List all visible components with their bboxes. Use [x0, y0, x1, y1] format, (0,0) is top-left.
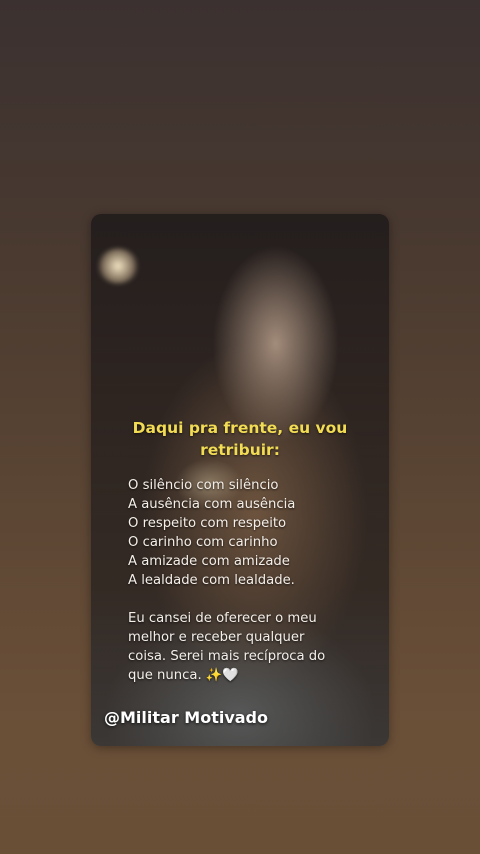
retribution-list: O silêncio com silêncio A ausência com a…	[128, 476, 295, 590]
list-item: A ausência com ausência	[128, 497, 296, 512]
list-item: O silêncio com silêncio	[128, 478, 279, 493]
paragraph-line: Eu cansei de oferecer o meu	[128, 611, 317, 626]
title-line-2: retribuir:	[200, 441, 280, 459]
closing-paragraph: Eu cansei de oferecer o meu melhor e rec…	[128, 609, 338, 685]
post-title: Daqui pra frente, eu vou retribuir:	[0, 417, 480, 461]
list-item: O carinho com carinho	[128, 535, 278, 550]
paragraph-line: melhor e receber qualquer	[128, 630, 305, 645]
paragraph-line: que nunca. ✨🤍	[128, 668, 239, 683]
title-line-1: Daqui pra frente, eu vou	[132, 419, 348, 437]
list-item: O respeito com respeito	[128, 516, 287, 531]
list-item: A amizade com amizade	[128, 554, 290, 569]
paragraph-line: coisa. Serei mais recíproca do	[128, 649, 326, 664]
list-item: A lealdade com lealdade.	[128, 573, 295, 588]
background-light-glow	[97, 248, 139, 284]
watermark-handle: @Militar Motivado	[104, 708, 268, 727]
